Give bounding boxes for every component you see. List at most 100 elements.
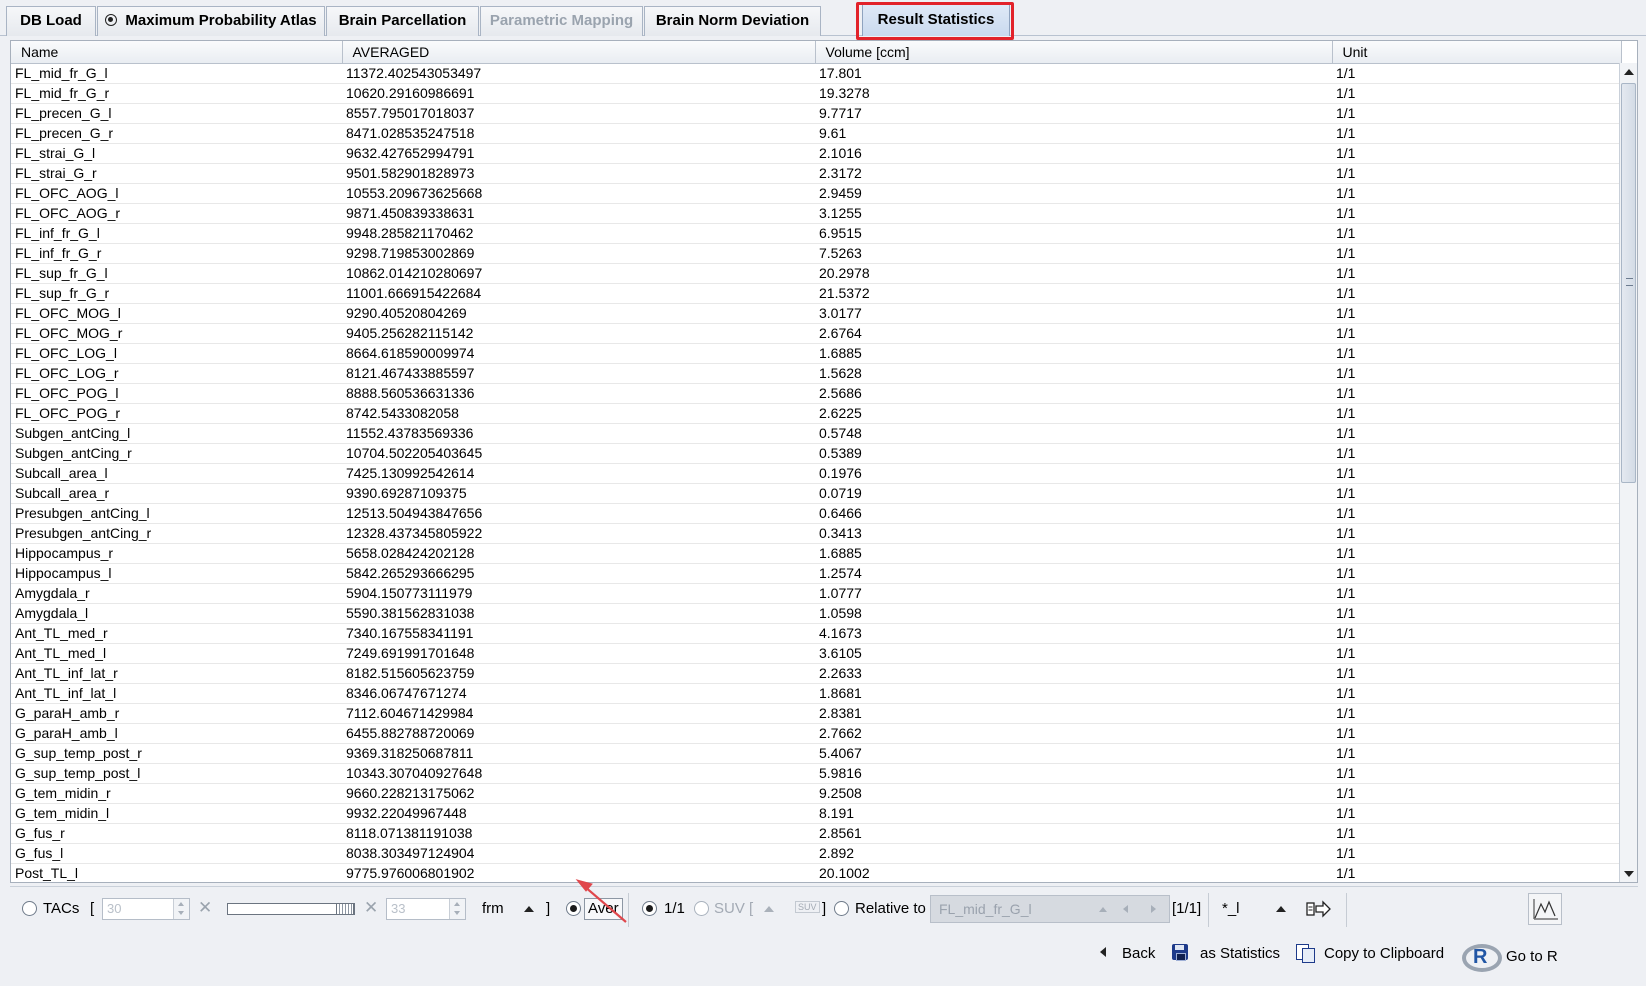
table-cell: FL_OFC_LOG_l xyxy=(11,343,342,364)
table-row[interactable]: Ant_TL_inf_lat_r 8182.515605623759 2.2633 1… xyxy=(11,663,1621,684)
table-cell: 1/1 xyxy=(1332,63,1621,84)
clear-end-icon[interactable]: ✕ xyxy=(364,898,378,918)
save-statistics-button[interactable]: as Statistics xyxy=(1172,942,1280,966)
table-row[interactable]: FL_OFC_LOG_l 8664.618590009974 1.6885 1/1 xyxy=(11,343,1621,364)
table-row[interactable]: FL_OFC_LOG_r 8121.467433885597 1.5628 1/1 xyxy=(11,363,1621,384)
frm-dropdown-icon[interactable] xyxy=(524,906,534,912)
table-row[interactable]: Hippocampus_l 5842.265293666295 1.2574 1/1 xyxy=(11,563,1621,584)
table-cell: 2.892 xyxy=(815,843,1332,864)
table-row[interactable]: FL_precen_G_l 8557.795017018037 9.7717 1/1 xyxy=(11,103,1621,124)
suv-radio[interactable] xyxy=(694,901,709,916)
table-row[interactable]: Ant_TL_med_r 7340.167558341191 4.1673 1/1 xyxy=(11,623,1621,644)
column-header-averaged[interactable]: AVERAGED xyxy=(342,41,816,64)
table-row[interactable]: Amygdala_l 5590.381562831038 1.0598 1/1 xyxy=(11,603,1621,624)
copy-to-clipboard-button[interactable]: Copy to Clipboard xyxy=(1296,942,1444,966)
chart-plot-icon[interactable] xyxy=(1528,893,1562,925)
table-row[interactable]: G_fus_r 8118.071381191038 2.8561 1/1 xyxy=(11,823,1621,844)
table-cell: 20.1002 xyxy=(815,863,1332,882)
aver-radio[interactable] xyxy=(566,901,581,916)
table-row[interactable]: FL_sup_fr_G_r 11001.666915422684 21.5372 1/… xyxy=(11,283,1621,304)
table-row[interactable]: G_fus_l 8038.303497124904 2.892 1/1 xyxy=(11,843,1621,864)
combo-prev-icon[interactable] xyxy=(1123,905,1128,913)
table-cell: 9390.69287109375 xyxy=(342,483,815,504)
clear-start-icon[interactable]: ✕ xyxy=(198,898,212,918)
go-to-r-button[interactable]: R Go to R xyxy=(1462,942,1558,972)
table-cell: 1/1 xyxy=(1332,103,1621,124)
table-row[interactable]: Hippocampus_r 5658.028424202128 1.6885 1/1 xyxy=(11,543,1621,564)
relative-region-combo[interactable]: FL_mid_fr_G_l xyxy=(930,895,1170,923)
table-cell: 5590.381562831038 xyxy=(342,603,815,624)
table-cell: 1/1 xyxy=(1332,503,1621,524)
table-row[interactable]: Presubgen_antCing_l 12513.504943847656 0.6… xyxy=(11,503,1621,524)
table-row[interactable]: Ant_TL_inf_lat_l 8346.06747671274 1.8681 1/… xyxy=(11,683,1621,704)
tab-result-statistics[interactable]: Result Statistics xyxy=(862,4,1010,36)
table-cell: Ant_TL_inf_lat_r xyxy=(11,663,342,684)
column-header-unit[interactable]: Unit xyxy=(1332,41,1622,64)
tacs-radio[interactable] xyxy=(22,901,37,916)
table-cell: 8664.618590009974 xyxy=(342,343,815,364)
table-cell: 0.5748 xyxy=(815,423,1332,444)
table-row[interactable]: FL_OFC_AOG_r 9871.450839338631 3.1255 1/1 xyxy=(11,203,1621,224)
frame-start-spinner[interactable]: 30 xyxy=(102,898,190,920)
vertical-scrollbar[interactable] xyxy=(1619,63,1637,882)
table-cell: FL_OFC_LOG_r xyxy=(11,363,342,384)
table-cell: 1/1 xyxy=(1332,743,1621,764)
table-row[interactable]: FL_OFC_MOG_r 9405.256282115142 2.6764 1/1 xyxy=(11,323,1621,344)
tab-db-load[interactable]: DB Load xyxy=(6,6,96,36)
table-row[interactable]: FL_inf_fr_G_r 9298.719853002869 7.5263 1/1 xyxy=(11,243,1621,264)
table-row[interactable]: G_tem_midin_l 9932.22049967448 8.191 1/1 xyxy=(11,803,1621,824)
table-cell: 11552.43783569336 xyxy=(342,423,815,444)
table-row[interactable]: FL_inf_fr_G_l 9948.285821170462 6.9515 1/1 xyxy=(11,223,1621,244)
relative-radio[interactable] xyxy=(834,901,849,916)
table-row[interactable]: FL_mid_fr_G_l 11372.402543053497 17.801 1/1 xyxy=(11,63,1621,84)
table-row[interactable]: FL_sup_fr_G_l 10862.014210280697 20.2978 1/… xyxy=(11,263,1621,284)
table-cell: 1/1 xyxy=(1332,723,1621,744)
frame-end-spinner[interactable]: 33 xyxy=(386,898,466,920)
spinner-buttons-icon[interactable] xyxy=(449,899,465,919)
table-row[interactable]: FL_OFC_AOG_l 10553.209673625668 2.9459 1/1 xyxy=(11,183,1621,204)
scrollbar-thumb[interactable] xyxy=(1621,83,1636,483)
table-row[interactable]: G_sup_temp_post_l 10343.307040927648 5.981… xyxy=(11,763,1621,784)
table-row[interactable]: FL_OFC_MOG_l 9290.40520804269 3.0177 1/1 xyxy=(11,303,1621,324)
table-row[interactable]: FL_OFC_POG_l 8888.560536631336 2.5686 1/1 xyxy=(11,383,1621,404)
back-button[interactable]: Back xyxy=(1100,942,1155,966)
table-row[interactable]: G_sup_temp_post_r 9369.318250687811 5.4067… xyxy=(11,743,1621,764)
table-row[interactable]: FL_strai_G_r 9501.582901828973 2.3172 1/1 xyxy=(11,163,1621,184)
table-row[interactable]: G_tem_midin_r 9660.228213175062 9.2508 1/1 xyxy=(11,783,1621,804)
combo-up-icon[interactable] xyxy=(1099,907,1107,912)
frame-start-value: 30 xyxy=(107,901,122,916)
pattern-dropdown-icon[interactable] xyxy=(1276,906,1286,912)
table-cell: 5.9816 xyxy=(815,763,1332,784)
pattern-apply-icon[interactable] xyxy=(1306,899,1332,919)
slider-knob-icon[interactable] xyxy=(336,903,354,915)
table-row[interactable]: G_paraH_amb_l 6455.882788720069 2.7662 1/1 xyxy=(11,723,1621,744)
column-header-name[interactable]: Name xyxy=(11,41,343,64)
column-header-volume[interactable]: Volume [ccm] xyxy=(815,41,1333,64)
tab-maximum-probability-atlas[interactable]: Maximum Probability Atlas xyxy=(97,6,325,36)
table-row[interactable]: Subcall_area_r 9390.69287109375 0.0719 1/1 xyxy=(11,483,1621,504)
tab-brain-parcellation[interactable]: Brain Parcellation xyxy=(326,6,479,36)
table-row[interactable]: FL_strai_G_l 9632.427652994791 2.1016 1/1 xyxy=(11,143,1621,164)
table-row[interactable]: Ant_TL_med_l 7249.691991701648 3.6105 1/1 xyxy=(11,643,1621,664)
table-row[interactable]: Subcall_area_l 7425.130992542614 0.1976 1/1 xyxy=(11,463,1621,484)
spinner-buttons-icon[interactable] xyxy=(173,899,189,919)
table-row[interactable]: Subgen_antCing_r 10704.502205403645 0.5389… xyxy=(11,443,1621,464)
tab-brain-norm-deviation[interactable]: Brain Norm Deviation xyxy=(644,6,821,36)
table-row[interactable]: FL_OFC_POG_r 8742.5433082058 2.6225 1/1 xyxy=(11,403,1621,424)
table-row[interactable]: Presubgen_antCing_r 12328.437345805922 0.3… xyxy=(11,523,1621,544)
table-cell: Post_TL_l xyxy=(11,863,342,882)
table-cell: 1/1 xyxy=(1332,223,1621,244)
table-cell: 1.0777 xyxy=(815,583,1332,604)
unit-radio[interactable] xyxy=(642,901,657,916)
table-row[interactable]: FL_mid_fr_G_r 10620.29160986691 19.3278 1/1 xyxy=(11,83,1621,104)
scroll-down-arrow-icon[interactable] xyxy=(1620,865,1637,882)
results-table-container: Name AVERAGED Volume [ccm] Unit FL_mid_f… xyxy=(10,40,1638,883)
table-row[interactable]: FL_precen_G_r 8471.028535247518 9.61 1/1 xyxy=(11,123,1621,144)
table-row[interactable]: Amygdala_r 5904.150773111979 1.0777 1/1 xyxy=(11,583,1621,604)
table-row[interactable]: Post_TL_l 9775.976006801902 20.1002 1/1 xyxy=(11,863,1621,882)
table-row[interactable]: Subgen_antCing_l 11552.43783569336 0.5748 1… xyxy=(11,423,1621,444)
scroll-up-arrow-icon[interactable] xyxy=(1620,63,1637,81)
combo-next-icon[interactable] xyxy=(1151,905,1156,913)
table-row[interactable]: G_paraH_amb_r 7112.604671429984 2.8381 1/1 xyxy=(11,703,1621,724)
tab-parametric-mapping: Parametric Mapping xyxy=(480,6,643,36)
